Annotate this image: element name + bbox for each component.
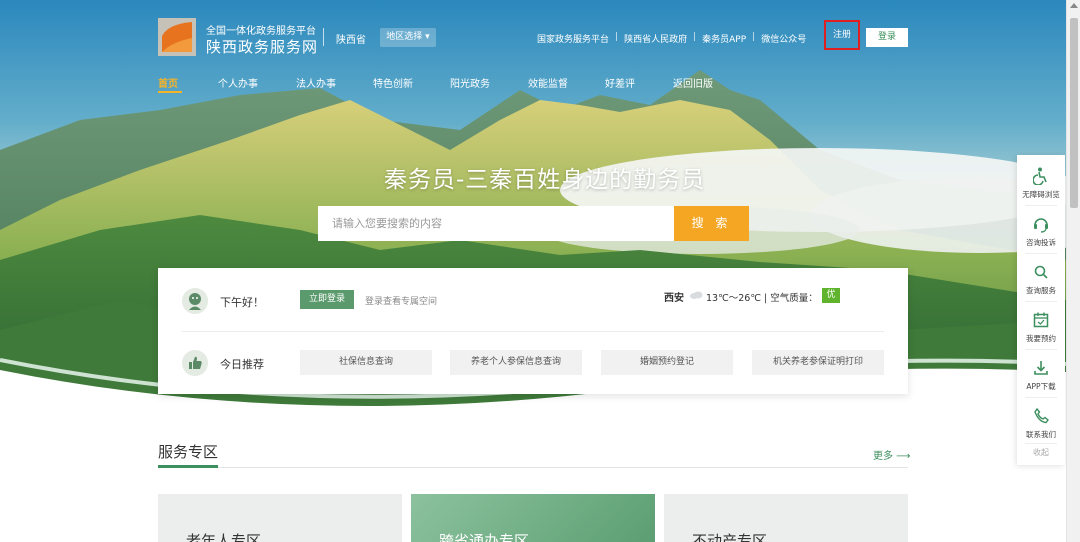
header-divider: [323, 28, 324, 46]
card-divider: [182, 331, 884, 332]
nav-item-evaluation[interactable]: 好差评: [605, 75, 635, 90]
temperature-range: 13℃～26℃: [706, 293, 762, 304]
recommend-item-pension-query[interactable]: 养老个人参保信息查询: [450, 350, 582, 375]
link-wechat[interactable]: 微信公众号: [761, 32, 806, 45]
nav-active-indicator: [158, 91, 182, 93]
side-item-appointment[interactable]: 我要预约: [1017, 303, 1065, 349]
site-logo-icon[interactable]: [158, 18, 196, 56]
side-item-query[interactable]: 查询服务: [1017, 255, 1065, 301]
services-more-link[interactable]: 更多 ⟶: [873, 447, 911, 462]
air-quality-label: | 空气质量：: [764, 293, 818, 304]
wheelchair-icon: [1033, 167, 1047, 185]
tile-label: 老年人专区: [186, 532, 262, 542]
login-button[interactable]: 登录: [866, 28, 908, 47]
side-item-label: 联系我们: [1026, 430, 1056, 439]
tile-label: 不动产专区: [692, 532, 768, 542]
side-item-accessibility[interactable]: 无障碍浏览: [1017, 159, 1065, 205]
side-item-label: 我要预约: [1026, 334, 1056, 343]
platform-subtitle: 全国一体化政务服务平台: [206, 26, 316, 37]
login-hint-link[interactable]: 登录查看专属空间: [365, 294, 437, 307]
province-label: 陕西省: [336, 35, 366, 46]
hero-slogan: 秦务员-三秦百姓身边的勤务员: [384, 167, 706, 193]
greeting-text: 下午好！: [220, 296, 264, 309]
link-separator: |: [752, 32, 756, 42]
scroll-up-arrow-icon[interactable]: [1070, 3, 1078, 8]
side-item-label: 咨询投诉: [1026, 238, 1056, 247]
link-app[interactable]: 秦务员APP: [702, 32, 746, 45]
scrollbar-thumb[interactable]: [1070, 18, 1078, 208]
search-input[interactable]: [318, 206, 674, 241]
nav-item-personal[interactable]: 个人办事: [218, 75, 258, 90]
weather-city: 西安: [664, 293, 684, 304]
link-provincial-government[interactable]: 陕西省人民政府: [624, 32, 687, 45]
side-divider: [1025, 253, 1057, 254]
calendar-icon: [1033, 312, 1049, 328]
services-divider: [158, 467, 908, 468]
top-links: 国家政务服务平台 | 陕西省人民政府 | 秦务员APP | 微信公众号: [537, 32, 806, 45]
services-title-underline: [158, 465, 218, 468]
nav-item-legal-entity[interactable]: 法人办事: [296, 75, 336, 90]
register-button[interactable]: 注册: [824, 20, 860, 50]
side-divider: [1025, 349, 1057, 350]
side-item-label: APP下载: [1026, 382, 1056, 391]
link-national-platform[interactable]: 国家政务服务平台: [537, 32, 609, 45]
tile-label: 跨省通办专区: [439, 532, 530, 542]
side-item-label: 查询服务: [1026, 286, 1056, 295]
air-quality-badge: 优: [822, 288, 840, 303]
region-select-button[interactable]: 地区选择 ▾: [380, 28, 436, 47]
side-toolbar: 无障碍浏览 咨询投诉 查询服务 我要预约 APP下载 联系我们 收起: [1017, 155, 1065, 465]
user-avatar-icon: [182, 288, 208, 314]
side-divider: [1025, 301, 1057, 302]
recommend-item-social-security[interactable]: 社保信息查询: [300, 350, 432, 375]
weather-temperature: 13℃～26℃ | 空气质量：: [706, 290, 818, 304]
side-item-consult[interactable]: 咨询投诉: [1017, 207, 1065, 253]
sidebar-collapse-button[interactable]: 收起: [1017, 447, 1065, 458]
recommend-item-marriage-registration[interactable]: 婚姻预约登记: [601, 350, 733, 375]
search-button[interactable]: 搜 索: [674, 206, 749, 241]
side-divider: [1025, 205, 1057, 206]
search-icon: [1034, 265, 1048, 279]
tile-cross-province-zone[interactable]: 跨省通办专区: [411, 494, 655, 542]
tile-real-estate-zone[interactable]: 不动产专区: [664, 494, 908, 542]
caret-down-icon: ▾: [425, 32, 430, 42]
side-divider: [1025, 397, 1057, 398]
recommend-label: 今日推荐: [220, 358, 264, 371]
tile-elderly-zone[interactable]: 老年人专区: [158, 494, 402, 542]
side-item-app-download[interactable]: APP下载: [1017, 351, 1065, 397]
headset-icon: [1034, 218, 1048, 233]
nav-item-innovation[interactable]: 特色创新: [373, 75, 413, 90]
info-card: 下午好！ 立即登录 登录查看专属空间 西安 13℃～26℃ | 空气质量： 优 …: [158, 268, 908, 394]
nav-item-supervision[interactable]: 效能监督: [528, 75, 568, 90]
nav-item-old-version[interactable]: 返回旧版: [673, 75, 713, 90]
services-title: 服务专区: [158, 443, 219, 461]
page-scrollbar[interactable]: [1066, 0, 1080, 542]
nav-item-home[interactable]: 首页: [158, 75, 178, 90]
side-item-label: 无障碍浏览: [1022, 190, 1060, 199]
region-select-label: 地区选择: [386, 32, 423, 42]
link-separator: |: [693, 32, 697, 42]
nav-item-open-government[interactable]: 阳光政务: [450, 75, 490, 90]
thumbs-up-icon: [182, 350, 208, 376]
site-title[interactable]: 陕西政务服务网: [206, 36, 318, 57]
side-item-contact[interactable]: 联系我们: [1017, 399, 1065, 445]
side-divider: [1025, 443, 1057, 444]
cloud-icon: [690, 291, 703, 299]
page: 全国一体化政务服务平台 陕西政务服务网 陕西省 地区选择 ▾ 国家政务服务平台 …: [0, 0, 1066, 542]
login-now-button[interactable]: 立即登录: [300, 290, 354, 309]
recommend-item-pension-certificate[interactable]: 机关养老参保证明打印: [752, 350, 884, 375]
download-icon: [1034, 361, 1048, 375]
link-separator: |: [615, 32, 619, 42]
phone-icon: [1034, 407, 1049, 424]
